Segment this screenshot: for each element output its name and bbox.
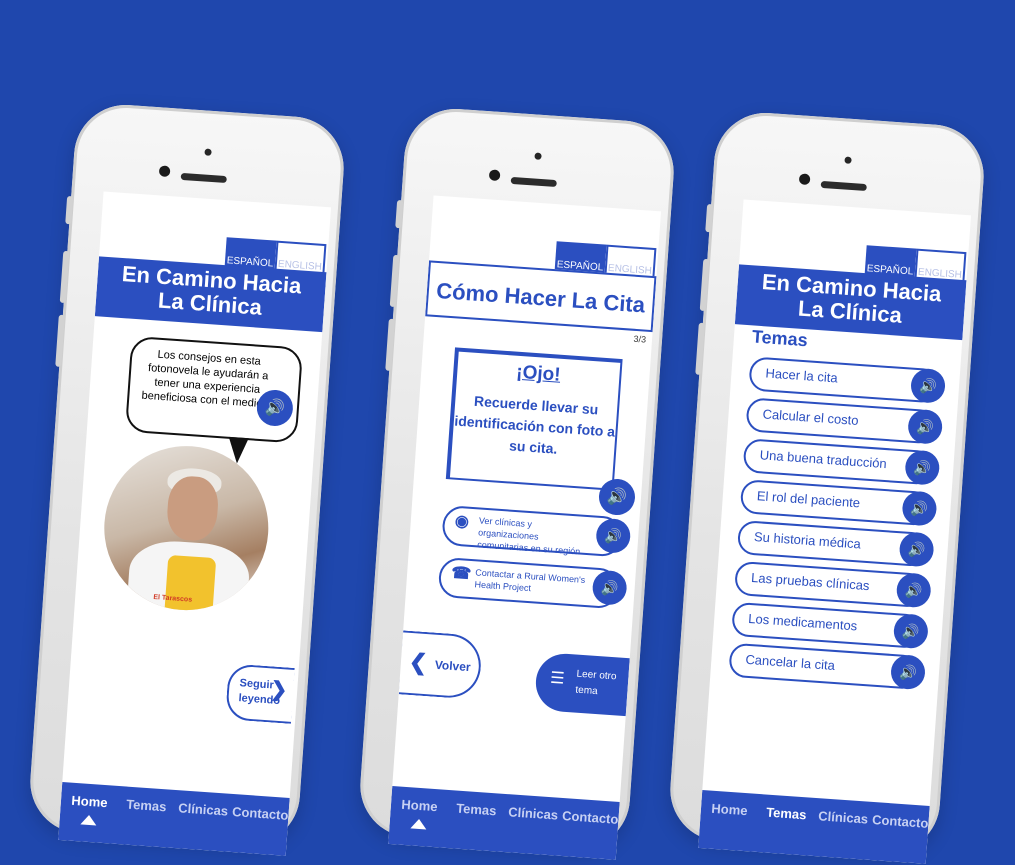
nav-home[interactable]: Home: [389, 796, 448, 848]
tip-box: ¡Ojo! Recuerde llevar su identificación …: [445, 347, 623, 491]
nav-clinicas-label: Clínicas: [507, 804, 559, 823]
audio-icon[interactable]: 🔊: [889, 653, 927, 691]
list-icon: ☰: [549, 669, 566, 688]
nav-temas-label: Temas: [455, 800, 497, 819]
audio-icon[interactable]: 🔊: [892, 613, 930, 650]
photo-apron: [164, 554, 217, 616]
home-icon: [409, 818, 427, 830]
clinics-link[interactable]: ◉ Ver clínicas y organizaciones comunita…: [441, 504, 632, 558]
audio-icon[interactable]: 🔊: [597, 477, 637, 517]
nav-contacto[interactable]: Contacto: [559, 807, 619, 860]
phone-home: ESPAÑOL ENGLISH En Camino Hacia La Clíni…: [26, 101, 348, 856]
page-count: 3/3: [633, 333, 647, 345]
back-label: Volver: [434, 657, 472, 675]
nav-home-label: Home: [70, 792, 109, 811]
tip-heading: ¡Ojo!: [515, 361, 562, 386]
screen: ESPAÑOL ENGLISH En Camino Hacia La Clíni…: [58, 191, 332, 856]
home-icon: [79, 814, 97, 826]
topic-item[interactable]: Los medicamentos 🔊: [731, 601, 930, 650]
photo-face: [165, 474, 220, 543]
nav-contacto-label: Contacto: [561, 807, 619, 827]
topic-label: Los medicamentos: [747, 610, 858, 634]
topic-label: El rol del paciente: [756, 488, 861, 511]
back-button[interactable]: ❮ Volver: [398, 630, 483, 700]
nav-clinicas-label: Clínicas: [817, 808, 869, 827]
nav-temas[interactable]: Temas: [756, 804, 815, 856]
audio-icon[interactable]: 🔊: [895, 572, 932, 609]
nav-home[interactable]: Home: [59, 792, 118, 844]
topic-label: Hacer la cita: [765, 365, 839, 386]
nav-clinicas-label: Clínicas: [177, 800, 229, 819]
phone-topics: ESPAÑOL ENGLISH En Camino Hacia La Clíni…: [666, 109, 988, 864]
audio-icon[interactable]: 🔊: [907, 408, 944, 445]
contact-link-text: Contactar a Rural Women's Health Project: [474, 567, 586, 594]
topic-item[interactable]: El rol del paciente 🔊: [739, 479, 938, 527]
nav-temas-label: Temas: [765, 804, 807, 823]
screen: ESPAÑOL ENGLISH Cómo Hacer La Cita 3/3 ¡…: [388, 195, 662, 860]
topic-label: Cancelar la cita: [744, 651, 836, 673]
nav-contacto[interactable]: Contacto: [229, 803, 289, 856]
audio-icon[interactable]: 🔊: [591, 569, 628, 606]
bottom-nav: Home Temas Clínicas Contacto: [58, 782, 290, 856]
bottom-nav: Home Temas Clínicas Contacto: [388, 786, 620, 860]
topic-item[interactable]: Hacer la cita 🔊: [748, 356, 947, 404]
nav-temas[interactable]: Temas: [116, 796, 175, 848]
read-other-topic-button[interactable]: ☰ Leer otro tema: [533, 651, 630, 717]
tip-body: Recuerde llevar su identificación con fo…: [453, 392, 616, 457]
audio-icon[interactable]: 🔊: [909, 367, 947, 404]
map-pin-icon: ◉: [454, 512, 470, 531]
nav-home-label: Home: [710, 800, 749, 819]
bubble-text: Los consejos en esta fotonovela le ayuda…: [141, 348, 272, 411]
audio-icon[interactable]: 🔊: [595, 517, 632, 554]
bottom-nav: Home Temas Clínicas Contacto: [698, 790, 930, 864]
nav-clinicas[interactable]: Clínicas: [812, 808, 871, 860]
nav-contacto[interactable]: Contacto: [869, 811, 929, 864]
phone-appointment: ESPAÑOL ENGLISH Cómo Hacer La Cita 3/3 ¡…: [356, 105, 678, 860]
topic-item[interactable]: Cancelar la cita 🔊: [728, 642, 927, 691]
nav-clinicas[interactable]: Clínicas: [502, 804, 561, 856]
topic-label: Una buena traducción: [759, 447, 888, 472]
audio-icon[interactable]: 🔊: [904, 449, 941, 486]
nav-clinicas[interactable]: Clínicas: [172, 800, 231, 852]
topic-item[interactable]: Una buena traducción 🔊: [742, 438, 941, 486]
chevron-left-icon: ❮: [408, 648, 429, 676]
topic-label: Su historia médica: [753, 529, 862, 552]
section-heading: Temas: [751, 326, 809, 351]
topic-label: Calcular el costo: [762, 406, 860, 429]
topic-item[interactable]: Las pruebas clínicas 🔊: [733, 560, 932, 609]
clinics-link-text: Ver clínicas y organizaciones comunitari…: [476, 515, 581, 557]
screen: ESPAÑOL ENGLISH En Camino Hacia La Clíni…: [698, 199, 972, 864]
topic-label: Las pruebas clínicas: [750, 569, 870, 594]
title-text: Cómo Hacer La Cita: [435, 277, 646, 318]
continue-reading-button[interactable]: Seguir leyendo ❯: [225, 663, 295, 724]
nav-contacto-label: Contacto: [871, 811, 929, 831]
nav-temas[interactable]: Temas: [446, 800, 505, 852]
topic-item[interactable]: Su historia médica 🔊: [736, 519, 935, 568]
nav-temas-label: Temas: [125, 796, 167, 815]
read-other-label-2: tema: [575, 684, 598, 698]
topic-item[interactable]: Calcular el costo 🔊: [745, 397, 944, 445]
phone-icon: ☎: [450, 564, 472, 584]
chevron-right-icon: ❯: [269, 678, 288, 702]
nav-home[interactable]: Home: [699, 800, 758, 852]
character-photo: El Tarascos: [98, 440, 274, 616]
nav-home-label: Home: [400, 796, 439, 815]
contact-link[interactable]: ☎ Contactar a Rural Women's Health Proje…: [437, 556, 628, 610]
audio-icon[interactable]: 🔊: [898, 531, 935, 568]
audio-icon[interactable]: 🔊: [901, 490, 938, 527]
nav-contacto-label: Contacto: [231, 803, 289, 823]
